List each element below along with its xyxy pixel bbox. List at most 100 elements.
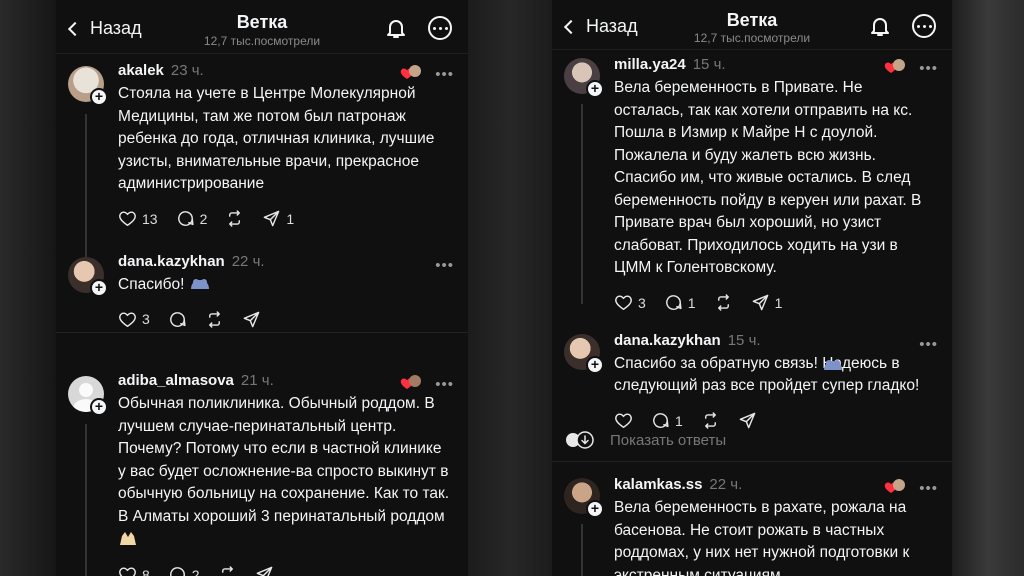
- plus-icon[interactable]: +: [90, 278, 108, 297]
- bell-icon[interactable]: [384, 16, 408, 40]
- repost-button[interactable]: [218, 565, 237, 576]
- username[interactable]: adiba_almasova: [118, 372, 234, 389]
- comment-count: 2: [191, 566, 200, 576]
- repost-icon: [218, 565, 237, 576]
- share-button[interactable]: 1: [751, 293, 783, 312]
- post-text: Спасибо!: [118, 274, 452, 297]
- like-button[interactable]: [614, 411, 633, 430]
- repost-icon: [225, 209, 244, 228]
- reply-avatars-icon: [564, 431, 594, 449]
- thread-line: [581, 104, 583, 304]
- comment-button[interactable]: [168, 310, 187, 329]
- post: + akalek 23 ч. ••• Стояла на учете в Цен…: [56, 62, 468, 262]
- heart-hands-emoji: [190, 278, 209, 289]
- username[interactable]: dana.kazykhan: [614, 332, 721, 349]
- share-icon: [255, 565, 274, 576]
- plus-icon[interactable]: +: [90, 398, 108, 416]
- liked-by-author-icon: [400, 65, 421, 79]
- share-icon: [262, 209, 281, 228]
- plus-icon[interactable]: +: [586, 500, 604, 518]
- plus-icon[interactable]: +: [90, 88, 108, 106]
- post-menu-icon[interactable]: •••: [919, 336, 938, 353]
- more-icon[interactable]: [912, 14, 936, 38]
- heart-icon: [118, 209, 137, 228]
- share-button[interactable]: [255, 565, 274, 576]
- post-menu-icon[interactable]: •••: [435, 66, 454, 83]
- like-count: 3: [142, 311, 150, 327]
- thread-header: Назад Ветка 12,7 тыс.посмотрели: [56, 0, 468, 54]
- background-right: [952, 0, 1024, 576]
- comment-button[interactable]: 2: [176, 209, 207, 228]
- username[interactable]: milla.ya24: [614, 56, 686, 73]
- post-text-content: Спасибо за обратную связь! Надеюсь в сле…: [614, 354, 920, 395]
- username[interactable]: dana.kazykhan: [118, 253, 225, 270]
- comment-button[interactable]: 1: [664, 293, 696, 312]
- post-actions: 3 1 1: [614, 294, 936, 312]
- post-text: Стояла на учете в Центре Молекулярной Ме…: [118, 85, 435, 192]
- comment-icon: [176, 209, 195, 228]
- post-menu-icon[interactable]: •••: [919, 480, 938, 497]
- repost-icon: [701, 411, 720, 430]
- divider: [552, 461, 952, 462]
- share-icon: [242, 310, 261, 329]
- like-count: 8: [142, 566, 150, 576]
- repost-button[interactable]: [225, 209, 244, 228]
- repost-button[interactable]: [205, 310, 224, 329]
- liked-by-author-icon: [884, 479, 905, 493]
- post-actions: 8 2: [118, 566, 452, 576]
- like-count: 3: [638, 294, 646, 311]
- comment-icon: [168, 310, 187, 329]
- like-button[interactable]: 3: [118, 310, 150, 329]
- repost-icon: [205, 310, 224, 329]
- post-text: Вела беременность в рахате, рожала на ба…: [614, 499, 910, 576]
- timestamp: 23 ч.: [170, 62, 204, 79]
- post-text-content: Обычная поликлиника. Обычный роддом. В л…: [118, 395, 450, 525]
- timestamp: 15 ч.: [727, 331, 761, 349]
- post-menu-icon[interactable]: •••: [435, 257, 454, 274]
- post-actions: 13 2 1: [118, 210, 452, 228]
- share-button[interactable]: 1: [262, 209, 294, 228]
- bell-icon[interactable]: [868, 14, 892, 38]
- post: + kalamkas.ss 22 ч. ••• Вела беременност…: [552, 476, 952, 576]
- post-actions: 1: [614, 412, 936, 430]
- post: + adiba_almasova 21 ч. ••• Обычная полик…: [56, 372, 468, 576]
- background-middle: [468, 0, 552, 576]
- post-actions: 3: [118, 310, 452, 328]
- background-left: [0, 0, 56, 576]
- like-count: 13: [142, 210, 158, 227]
- plus-icon[interactable]: +: [586, 80, 604, 98]
- plus-icon[interactable]: +: [586, 355, 604, 374]
- comment-button[interactable]: 1: [651, 411, 683, 430]
- thread-line: [85, 114, 87, 262]
- username[interactable]: kalamkas.ss: [614, 476, 702, 493]
- like-button[interactable]: 8: [118, 565, 150, 576]
- more-icon[interactable]: [428, 16, 452, 40]
- post-text: Обычная поликлиника. Обычный роддом. В л…: [118, 393, 452, 552]
- comment-icon: [651, 411, 670, 430]
- username[interactable]: akalek: [118, 62, 164, 79]
- repost-icon: [714, 293, 733, 312]
- thread-line: [85, 424, 87, 576]
- divider: [56, 332, 468, 333]
- timestamp: 15 ч.: [692, 56, 726, 73]
- share-icon: [738, 411, 757, 430]
- post-menu-icon[interactable]: •••: [919, 60, 938, 77]
- post-text-content: Спасибо!: [118, 275, 185, 293]
- share-button[interactable]: [242, 310, 261, 329]
- view-count: 12,7 тыс.посмотрели: [693, 31, 811, 45]
- like-button[interactable]: 13: [118, 209, 158, 228]
- heart-icon: [118, 565, 137, 576]
- like-button[interactable]: 3: [614, 293, 646, 312]
- show-replies-label: Показать ответы: [610, 431, 727, 449]
- timestamp: 21 ч.: [240, 372, 274, 389]
- repost-button[interactable]: [714, 293, 733, 312]
- post-text: Спасибо за обратную связь! Надеюсь в сле…: [614, 353, 936, 398]
- share-count: 1: [774, 294, 783, 311]
- thread-panel-left: Назад Ветка 12,7 тыс.посмотрели + akalek…: [56, 0, 468, 576]
- comment-button[interactable]: 2: [168, 565, 200, 576]
- share-button[interactable]: [738, 411, 757, 430]
- show-replies-button[interactable]: Показать ответы: [564, 431, 726, 449]
- heart-icon: [614, 411, 633, 430]
- post-menu-icon[interactable]: •••: [435, 376, 454, 393]
- repost-button[interactable]: [701, 411, 720, 430]
